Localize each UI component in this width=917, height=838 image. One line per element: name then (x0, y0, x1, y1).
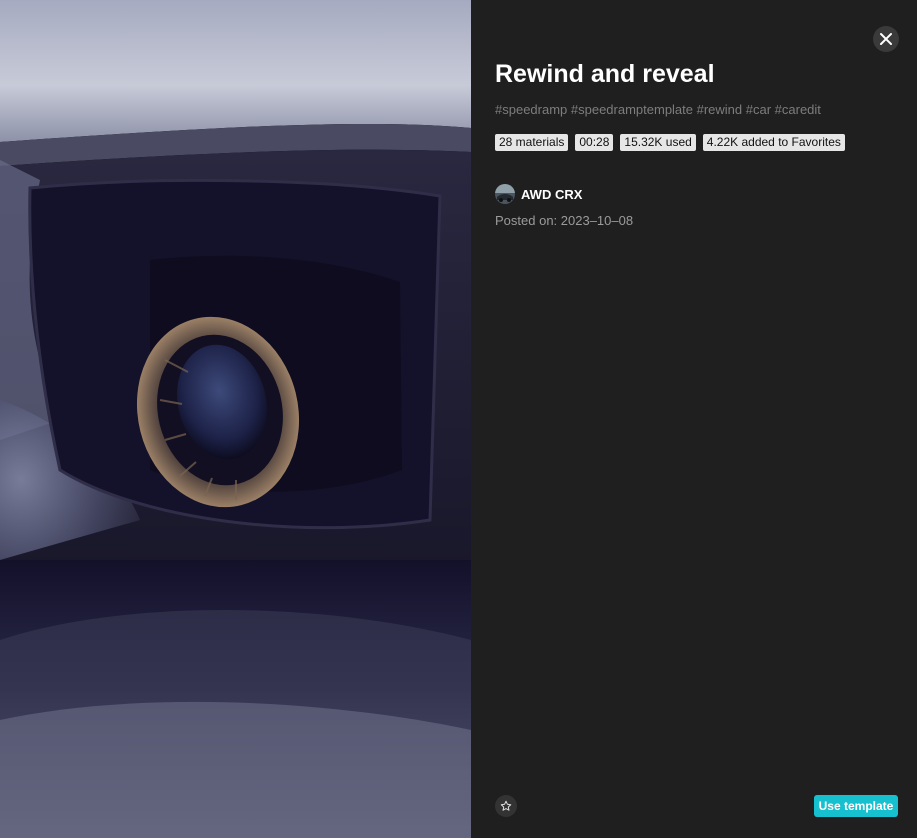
close-icon (880, 33, 892, 45)
star-outline-icon (500, 800, 512, 811)
duration-badge: 00:28 (575, 134, 614, 151)
author-name: AWD CRX (521, 186, 583, 202)
author-profile-link[interactable]: AWD CRX (495, 184, 582, 204)
template-detail-dialog: Rewind and reveal #speedramp #speedrampt… (0, 0, 917, 838)
template-stats: 28 materials 00:28 15.32K used 4.22K add… (495, 134, 845, 151)
favorite-button[interactable] (495, 795, 517, 817)
exhaust-preview-image (0, 0, 471, 838)
use-template-button[interactable]: Use template (814, 795, 898, 817)
template-info-panel: Rewind and reveal #speedramp #speedrampt… (471, 0, 917, 838)
author-avatar (495, 184, 515, 204)
used-count-badge: 15.32K used (620, 134, 696, 151)
template-tags: #speedramp #speedramptemplate #rewind #c… (495, 102, 821, 117)
template-title: Rewind and reveal (495, 60, 715, 88)
template-preview-video[interactable] (0, 0, 471, 838)
posted-date: Posted on: 2023–10–08 (495, 213, 634, 228)
materials-badge: 28 materials (495, 134, 569, 151)
favorites-count-badge: 4.22K added to Favorites (702, 134, 845, 151)
close-button[interactable] (873, 26, 899, 52)
